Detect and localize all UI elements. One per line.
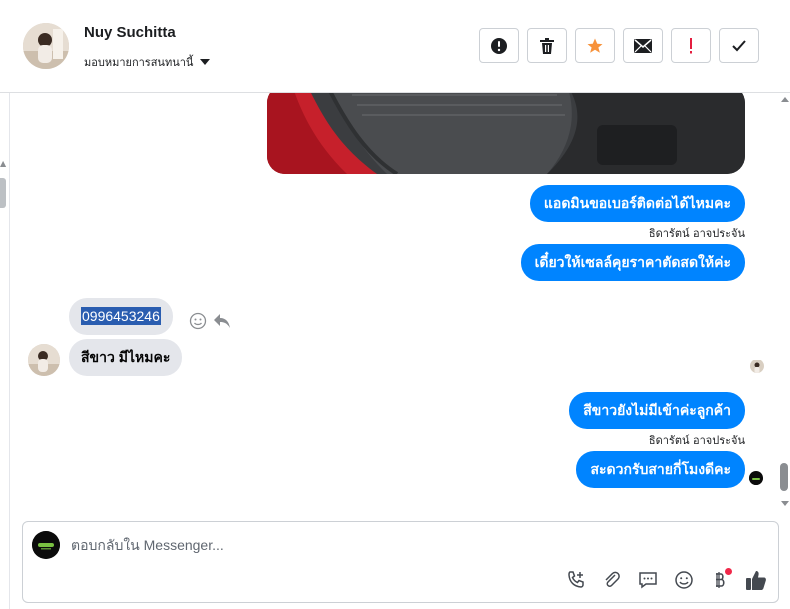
baht-icon[interactable] (708, 568, 732, 592)
assign-label: มอบหมายการสนทนานี้ (84, 56, 194, 69)
scroll-down-icon[interactable] (781, 501, 789, 506)
caret-down-icon (200, 59, 211, 65)
notification-dot (725, 568, 732, 575)
outgoing-message[interactable]: แอดมินขอเบอร์ติดต่อได้ไหมคะ (529, 185, 745, 222)
left-panel-edge (0, 93, 10, 609)
add-call-icon[interactable] (564, 568, 588, 592)
incoming-message[interactable]: สีขาว มีไหมคะ (69, 339, 183, 376)
report-spam-button[interactable] (479, 28, 519, 63)
message-sender-name: ธิดารัตน์ อาจประจัน (648, 434, 745, 447)
trash-icon (540, 37, 554, 54)
delete-button[interactable] (527, 28, 567, 63)
react-emoji-icon[interactable] (189, 312, 207, 330)
saved-reply-icon[interactable] (636, 568, 660, 592)
thread-scrollbar[interactable] (779, 93, 790, 513)
outgoing-message[interactable]: สะดวกรับสายกี่โมงดีคะ (576, 451, 745, 488)
contact-name[interactable]: Nuy Suchitta (84, 24, 176, 41)
assign-conversation-dropdown[interactable]: มอบหมายการสนทนานี้ (84, 53, 211, 71)
follow-up-button[interactable] (671, 28, 711, 63)
contact-avatar[interactable] (23, 23, 69, 69)
message-photo[interactable] (267, 93, 745, 174)
check-icon (732, 39, 746, 51)
conversation-actions (479, 28, 759, 63)
scrollbar-thumb[interactable] (780, 463, 788, 491)
reply-composer (22, 521, 779, 603)
reply-arrow-icon[interactable] (213, 313, 231, 329)
highlighted-phone-number[interactable]: 0996453246 (81, 307, 161, 325)
left-scroll-arrow-icon[interactable]: ▲ (0, 160, 6, 168)
message-sender-name: ธิดารัตน์ อาจประจัน (648, 227, 745, 240)
reply-input[interactable] (71, 535, 671, 555)
thumbs-up-icon[interactable] (744, 568, 768, 592)
page-seen-icon (749, 471, 763, 485)
outgoing-message[interactable]: สีขาวยังไม่มีเข้าค่ะลูกค้า (569, 392, 745, 429)
alert-circle-icon (491, 37, 507, 54)
mark-unread-button[interactable] (623, 28, 663, 63)
emoji-icon[interactable] (672, 568, 696, 592)
outgoing-message[interactable]: เดี๋ยวให้เซลล์คุยราคาตัดสดให้ค่ะ (520, 244, 745, 281)
message-thread: แอดมินขอเบอร์ติดต่อได้ไหมคะ ธิดารัตน์ อา… (11, 93, 779, 513)
envelope-icon (634, 38, 652, 53)
conversation-header: Nuy Suchitta มอบหมายการสนทนานี้ (0, 0, 790, 93)
paperclip-icon[interactable] (600, 568, 624, 592)
messenger-inbox-conversation: Nuy Suchitta มอบหมายการสนทนานี้ ▲ แอดมิน… (0, 0, 790, 609)
star-icon (587, 38, 603, 53)
page-avatar (32, 531, 60, 559)
mark-done-button[interactable] (719, 28, 759, 63)
contact-avatar-small (28, 344, 60, 376)
scroll-up-icon[interactable] (781, 97, 789, 102)
reply-toolbar (564, 568, 768, 592)
left-scrollbar-thumb[interactable] (0, 178, 6, 208)
star-button[interactable] (575, 28, 615, 63)
exclamation-icon (690, 37, 692, 53)
incoming-message[interactable]: 0996453246 (69, 298, 173, 335)
seen-avatar-icon (750, 359, 764, 373)
